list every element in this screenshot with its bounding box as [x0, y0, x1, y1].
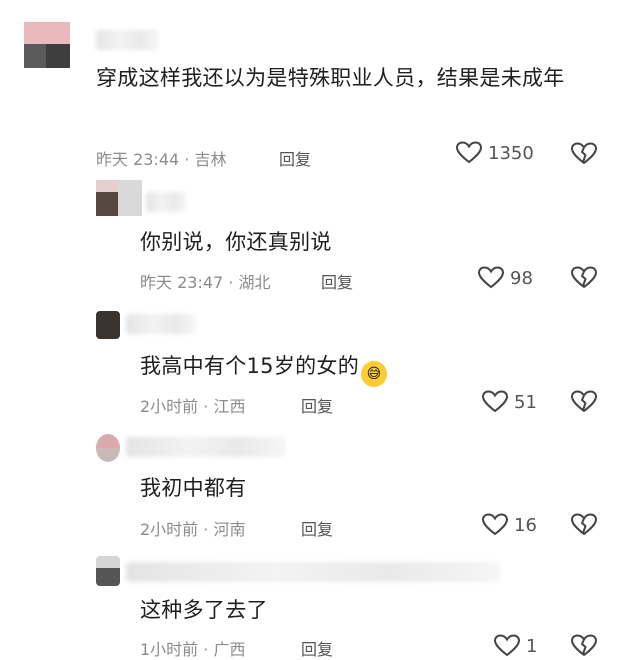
heart-icon: [482, 513, 508, 537]
dislike-button[interactable]: [571, 266, 597, 290]
comment-time-location: 2小时前 · 河南: [140, 520, 246, 539]
comment-time-location: 2小时前 · 江西: [140, 397, 246, 416]
comment-text: 你别说，你还真别说: [140, 230, 332, 254]
reply-button[interactable]: 回复: [301, 393, 333, 417]
username-blurred[interactable]: [126, 562, 501, 582]
sweat-smile-emoji: 😅: [361, 361, 388, 387]
avatar[interactable]: [96, 311, 120, 339]
username-blurred[interactable]: [146, 192, 186, 212]
dislike-button[interactable]: [571, 142, 597, 166]
like-count: 1: [526, 635, 538, 657]
reply-button[interactable]: 回复: [301, 516, 333, 540]
username-blurred[interactable]: [96, 30, 158, 50]
reply-button[interactable]: 回复: [321, 269, 353, 293]
avatar[interactable]: [96, 434, 120, 462]
heart-icon: [494, 634, 520, 658]
broken-heart-icon: [571, 634, 597, 658]
dislike-button[interactable]: [571, 634, 597, 658]
like-button[interactable]: 98: [478, 266, 533, 290]
like-button[interactable]: 1350: [456, 141, 534, 165]
broken-heart-icon: [571, 390, 597, 414]
comment-text: 我初中都有: [140, 476, 247, 500]
like-count: 1350: [488, 142, 534, 164]
like-button[interactable]: 51: [482, 390, 537, 414]
comment-time-location: 昨天 23:47 · 湖北: [140, 273, 271, 292]
heart-icon: [456, 141, 482, 165]
username-blurred[interactable]: [126, 314, 196, 334]
broken-heart-icon: [571, 513, 597, 537]
dislike-button[interactable]: [571, 390, 597, 414]
like-count: 51: [514, 391, 537, 413]
like-count: 98: [510, 267, 533, 289]
comment-text: 穿成这样我还以为是特殊职业人员，结果是未成年: [96, 66, 565, 90]
avatar[interactable]: [96, 556, 120, 586]
dislike-button[interactable]: [571, 513, 597, 537]
avatar[interactable]: [96, 180, 142, 216]
heart-icon: [478, 266, 504, 290]
username-blurred[interactable]: [126, 437, 286, 457]
avatar[interactable]: [24, 22, 70, 68]
heart-icon: [482, 390, 508, 414]
comment-text: 这种多了去了: [140, 598, 268, 622]
like-count: 16: [514, 514, 537, 536]
broken-heart-icon: [571, 142, 597, 166]
like-button[interactable]: 16: [482, 513, 537, 537]
comment-time-location: 昨天 23:44 · 吉林: [96, 150, 227, 169]
comment-text: 我高中有个15岁的女的 😅: [140, 348, 580, 387]
reply-button[interactable]: 回复: [301, 636, 333, 660]
broken-heart-icon: [571, 266, 597, 290]
comment-time-location: 1小时前 · 广西: [140, 640, 246, 659]
reply-button[interactable]: 回复: [279, 146, 311, 170]
like-button[interactable]: 1: [494, 634, 537, 658]
